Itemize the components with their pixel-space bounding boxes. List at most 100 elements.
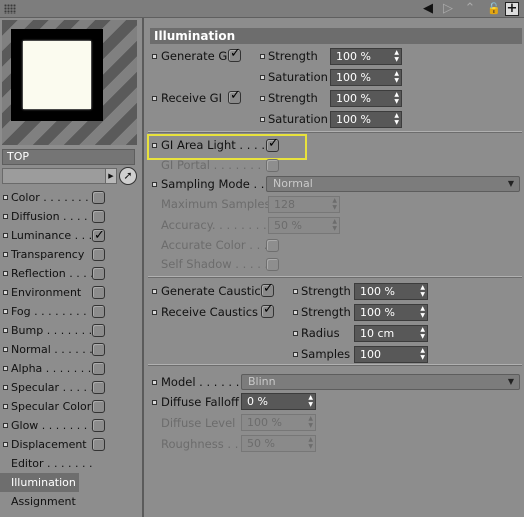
generate-caustics-checkbox[interactable]	[261, 281, 274, 297]
anim-key-strength[interactable]	[260, 54, 265, 59]
spinner-icon[interactable]: ▲ ▼	[420, 326, 425, 340]
channel-key-icon[interactable]	[3, 404, 8, 409]
spinner-icon[interactable]: ▲ ▼	[308, 394, 313, 408]
anim-key-caustic-strength[interactable]	[293, 289, 298, 294]
anim-key-receive-gi[interactable]	[152, 96, 157, 101]
gi-receive-saturation-input[interactable]: 100 % ▲ ▼	[330, 111, 402, 128]
channel-checkbox[interactable]	[92, 267, 105, 280]
channel-item[interactable]: Transparency	[0, 245, 112, 264]
channel-key-icon[interactable]	[3, 347, 8, 352]
receive-caustics-checkbox[interactable]	[261, 302, 274, 318]
spinner-icon[interactable]: ▲ ▼	[420, 347, 425, 361]
spinner-icon[interactable]: ▲ ▼	[394, 49, 399, 63]
channel-key-icon[interactable]	[3, 366, 8, 371]
channel-checkbox[interactable]	[92, 438, 105, 451]
self-shadow-checkbox[interactable]	[266, 258, 279, 271]
channel-item[interactable]: Normal . . . . . .	[0, 340, 112, 359]
channel-key-icon[interactable]	[3, 214, 8, 219]
channel-item[interactable]: Specular Color	[0, 397, 112, 416]
radius-input[interactable]: 10 cm ▲ ▼	[354, 325, 428, 342]
channel-checkbox[interactable]	[92, 191, 105, 204]
gi-generate-strength-input[interactable]: 100 % ▲ ▼	[330, 48, 402, 65]
channel-checkbox[interactable]	[92, 343, 105, 356]
material-name-field[interactable]: TOP	[2, 149, 135, 165]
anim-key-saturation-2[interactable]	[260, 117, 265, 122]
forward-arrow-icon[interactable]: ▷	[440, 1, 456, 17]
channel-key-icon[interactable]	[3, 290, 8, 295]
pointer-pick-icon[interactable]: ➚	[119, 167, 137, 185]
anim-key-diffuse-falloff[interactable]	[152, 400, 157, 405]
generate-gi-checkbox[interactable]	[228, 46, 241, 62]
spinner-icon[interactable]: ▲ ▼	[308, 415, 313, 429]
anim-key-saturation[interactable]	[260, 75, 265, 80]
gi-area-light-checkbox[interactable]	[266, 136, 279, 152]
channel-checkbox[interactable]	[92, 381, 105, 394]
channel-key-icon[interactable]	[3, 233, 8, 238]
lock-icon[interactable]: 🔓	[486, 1, 502, 17]
channel-item[interactable]: Color . . . . . . .	[0, 188, 112, 207]
accurate-color-checkbox[interactable]	[266, 239, 279, 252]
anim-key-sampling-mode[interactable]	[152, 182, 157, 187]
anim-key-model[interactable]	[152, 380, 157, 385]
channel-checkbox[interactable]	[92, 226, 105, 245]
channel-checkbox[interactable]	[92, 286, 105, 299]
sampling-mode-dropdown[interactable]: Normal ▼	[266, 176, 520, 192]
channel-key-icon[interactable]	[3, 195, 8, 200]
gi-portal-checkbox[interactable]	[266, 159, 279, 172]
samples-input[interactable]: 100 ▲ ▼	[354, 346, 428, 363]
channel-checkbox[interactable]	[92, 248, 105, 261]
channel-item[interactable]: Assignment	[0, 492, 112, 511]
channel-item[interactable]: Environment	[0, 283, 112, 302]
channel-key-icon[interactable]	[3, 252, 8, 257]
up-arrow-icon[interactable]: ⌃	[462, 1, 478, 17]
channel-item[interactable]: Fog . . . . . . . .	[0, 302, 112, 321]
channel-checkbox[interactable]	[92, 419, 105, 432]
channel-item[interactable]: Displacement	[0, 435, 112, 454]
channel-item[interactable]: Specular . . . . .	[0, 378, 112, 397]
channel-item[interactable]: Glow . . . . . . . .	[0, 416, 112, 435]
spinner-icon[interactable]: ▲ ▼	[420, 305, 425, 319]
channel-item-selected[interactable]: Illumination	[0, 473, 79, 492]
channel-checkbox[interactable]	[92, 305, 105, 318]
channel-checkbox[interactable]	[92, 362, 105, 375]
anim-key-radius[interactable]	[293, 331, 298, 336]
caustic-strength-input[interactable]: 100 % ▲ ▼	[354, 283, 428, 300]
anim-key-generate-gi[interactable]	[152, 54, 157, 59]
anim-key-generate-caustics[interactable]	[152, 289, 157, 294]
anim-key-caustic-strength-2[interactable]	[293, 310, 298, 315]
channel-item[interactable]: Diffusion . . . .	[0, 207, 112, 226]
diffuse-level-input[interactable]: 100 % ▲ ▼	[241, 414, 316, 431]
channel-key-icon[interactable]	[3, 423, 8, 428]
gi-generate-saturation-input[interactable]: 100 % ▲ ▼	[330, 69, 402, 86]
channel-checkbox[interactable]	[92, 210, 105, 223]
preview-size-slider[interactable]	[2, 168, 117, 184]
anim-key-strength-2[interactable]	[260, 96, 265, 101]
back-arrow-icon[interactable]: ◀	[420, 1, 436, 17]
new-panel-icon[interactable]: +	[505, 2, 519, 16]
max-samples-input[interactable]: 128 ▲ ▼	[268, 196, 340, 213]
gi-receive-strength-input[interactable]: 100 % ▲ ▼	[330, 90, 402, 107]
grip-handle-icon[interactable]	[4, 4, 16, 14]
diffuse-falloff-input[interactable]: 0 % ▲ ▼	[241, 393, 316, 410]
accuracy-input[interactable]: 50 % ▲ ▼	[268, 217, 340, 234]
channel-key-icon[interactable]	[3, 271, 8, 276]
anim-key-samples[interactable]	[293, 352, 298, 357]
channel-item[interactable]: Luminance . . . .	[0, 226, 112, 245]
receive-gi-checkbox[interactable]	[228, 88, 241, 104]
roughness-input[interactable]: 50 % ▲ ▼	[241, 435, 316, 452]
spinner-icon[interactable]: ▲ ▼	[332, 218, 337, 232]
channel-checkbox[interactable]	[92, 324, 105, 337]
model-dropdown[interactable]: Blinn ▼	[241, 374, 520, 390]
channel-checkbox[interactable]	[92, 400, 105, 413]
material-preview[interactable]	[2, 20, 137, 145]
channel-key-icon[interactable]	[3, 328, 8, 333]
channel-item[interactable]: Reflection . . . .	[0, 264, 112, 283]
slider-arrow-icon[interactable]: ▶	[105, 168, 117, 184]
channel-item[interactable]: Bump . . . . . . .	[0, 321, 112, 340]
channel-item[interactable]: Editor . . . . . . .	[0, 454, 112, 473]
spinner-icon[interactable]: ▲ ▼	[394, 70, 399, 84]
channel-key-icon[interactable]	[3, 309, 8, 314]
spinner-icon[interactable]: ▲ ▼	[420, 284, 425, 298]
channel-key-icon[interactable]	[3, 442, 8, 447]
anim-key-receive-caustics[interactable]	[152, 310, 157, 315]
